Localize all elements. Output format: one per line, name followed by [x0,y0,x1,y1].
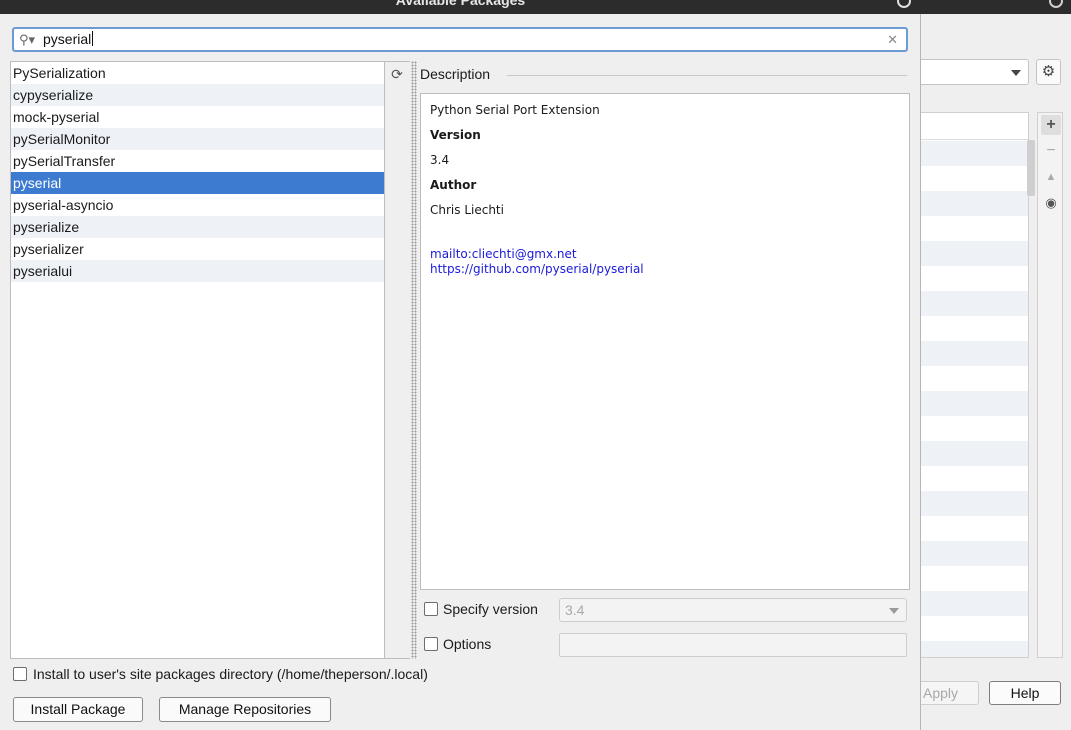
package-list-item[interactable]: pyserial-asyncio [11,194,384,216]
background-settings-window: ⚙ + − ▲ ◉ Apply Help [921,0,1071,730]
version-select-value: 3.4 [565,602,585,618]
table-row[interactable] [921,141,1028,166]
package-list-item[interactable]: pySerialTransfer [11,150,384,172]
table-row[interactable] [921,391,1028,416]
package-list-item[interactable]: cypyserialize [11,84,384,106]
install-package-button[interactable]: Install Package [13,697,143,722]
list-toolbar: ⟳ [385,61,410,659]
available-packages-dialog: Available Packages ⚲▾ pyserial ✕ PySeria… [0,0,921,730]
help-button[interactable]: Help [989,681,1061,705]
gear-icon[interactable]: ⚙ [1036,59,1061,85]
search-value: pyserial [43,31,92,47]
apply-button[interactable]: Apply [921,681,979,705]
table-row[interactable] [921,491,1028,516]
package-tools-bar: + − ▲ ◉ [1037,112,1063,658]
dialog-titlebar: Available Packages [0,0,921,14]
table-row[interactable] [921,341,1028,366]
user-icon [1049,0,1063,8]
manage-repositories-button[interactable]: Manage Repositories [159,697,331,722]
scrollbar-thumb[interactable] [1027,140,1035,196]
table-header [921,113,1028,140]
package-list-item[interactable]: PySerialization [11,62,384,84]
table-row[interactable] [921,541,1028,566]
author-value: Chris Liechti [430,203,504,217]
email-link[interactable]: mailto:cliechti@gmx.net [430,247,900,262]
splitter-handle[interactable] [411,61,417,659]
table-row[interactable] [921,241,1028,266]
version-value: 3.4 [430,153,450,167]
table-row[interactable] [921,641,1028,657]
eye-icon[interactable]: ◉ [1041,193,1061,213]
specify-version-checkbox[interactable] [424,602,438,616]
up-icon[interactable]: ▲ [1041,167,1061,187]
description-panel: Python Serial Port Extension Version 3.4… [420,93,910,590]
version-label: Version [430,128,481,142]
package-list-item[interactable]: pyserialize [11,216,384,238]
clear-icon[interactable]: ✕ [887,29,898,50]
remove-icon[interactable]: − [1041,141,1061,161]
version-select[interactable]: 3.4 [559,598,907,622]
dialog-title: Available Packages [395,0,526,8]
package-summary: Python Serial Port Extension [430,103,600,117]
table-row[interactable] [921,441,1028,466]
table-row[interactable] [921,291,1028,316]
options-label[interactable]: Options [443,635,491,653]
search-input[interactable]: pyserial [43,29,94,50]
package-list-item[interactable]: pyserial [11,172,384,194]
options-input[interactable] [559,633,907,657]
search-icon[interactable]: ⚲▾ [19,31,39,49]
refresh-icon[interactable]: ⟳ [387,64,407,84]
options-checkbox[interactable] [424,637,438,651]
interpreter-combo[interactable] [921,59,1029,85]
background-titlebar [921,0,1071,14]
divider [507,75,907,76]
install-user-checkbox[interactable] [13,667,27,681]
package-list-item[interactable]: mock-pyserial [11,106,384,128]
package-list-item[interactable]: pyserialui [11,260,384,282]
author-label: Author [430,178,477,192]
search-field[interactable]: ⚲▾ pyserial ✕ [12,27,908,52]
chevron-down-icon [889,608,899,614]
install-user-label[interactable]: Install to user's site packages director… [33,665,428,683]
specify-version-label[interactable]: Specify version [443,600,538,618]
table-row[interactable] [921,191,1028,216]
table-row[interactable] [921,591,1028,616]
package-list-item[interactable]: pyserializer [11,238,384,260]
package-list[interactable]: PySerialization cypyserialize mock-pyseria… [10,61,385,659]
add-icon[interactable]: + [1041,115,1061,135]
text-cursor [92,31,94,46]
description-header: Description [420,66,491,82]
homepage-link[interactable]: https://github.com/pyserial/pyserial [430,262,900,277]
chevron-down-icon [1011,70,1021,76]
installed-packages-table[interactable] [921,112,1029,658]
package-list-item[interactable]: pySerialMonitor [11,128,384,150]
